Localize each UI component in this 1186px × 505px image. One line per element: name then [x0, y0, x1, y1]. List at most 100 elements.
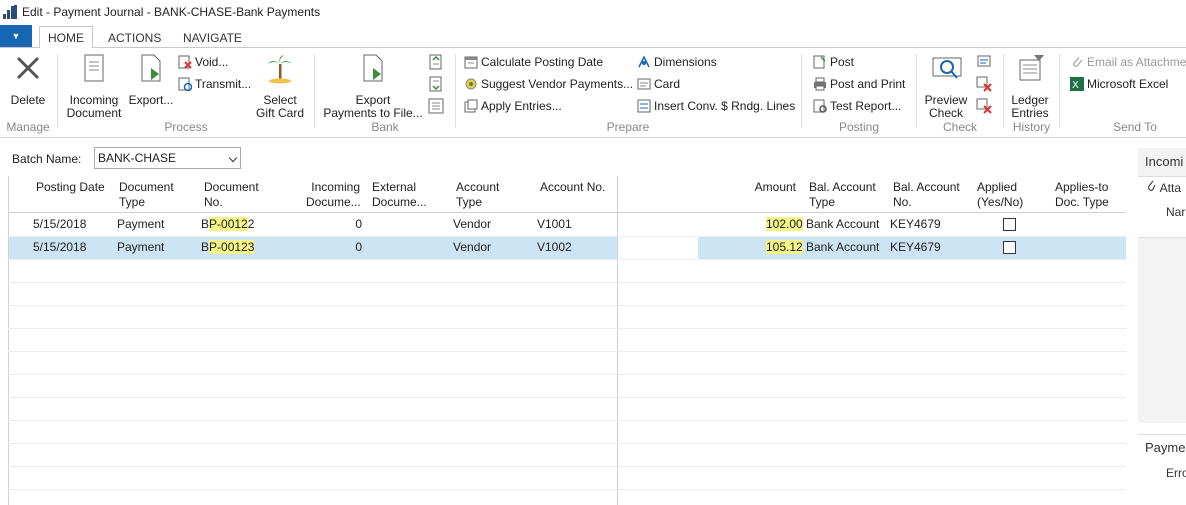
cell-account-type[interactable]: Vendor [453, 217, 491, 231]
email-as-attachment-label: Email as Attachme [1087, 55, 1186, 69]
transmit-label: Transmit... [195, 77, 252, 91]
void-button[interactable]: Void... [178, 53, 228, 71]
apply-entries-icon [464, 99, 478, 113]
export-payments-icon [359, 54, 387, 82]
suggest-icon [464, 77, 478, 91]
email-as-attachment-button[interactable]: Email as Attachme [1070, 53, 1186, 71]
card-button[interactable]: Card [637, 75, 680, 93]
app-logo-icon [3, 5, 17, 19]
payment-factbox-title[interactable]: Payme [1145, 440, 1186, 455]
title-bar: Edit - Payment Journal - BANK-CHASE-Bank… [0, 0, 1186, 24]
cell-bal-account-no[interactable]: KEY4679 [890, 240, 941, 254]
document-icon [80, 54, 108, 82]
test-report-icon [813, 99, 827, 113]
cell-bal-account-type[interactable]: Bank Account [806, 217, 879, 231]
tab-actions[interactable]: ACTIONS [100, 26, 169, 49]
export-button[interactable]: Export... [128, 54, 174, 107]
header-applies-to-doc-type[interactable]: Applies-to Doc. Type [1055, 180, 1109, 210]
group-label-prepare: Prepare [606, 120, 650, 134]
post-icon [813, 55, 827, 69]
insert-conv-rndg-lines-button[interactable]: Insert Conv. $ Rndg. Lines [637, 97, 795, 115]
group-label-check: Check [942, 120, 977, 134]
incoming-factbox-title[interactable]: Incomi [1145, 154, 1186, 169]
select-gift-card-label-2: Gift Card [255, 106, 304, 120]
paperclip-icon [1070, 55, 1084, 69]
header-amount[interactable]: Amount [740, 180, 796, 195]
apply-entries-button[interactable]: Apply Entries... [464, 97, 562, 115]
transmit-button[interactable]: Transmit... [178, 75, 251, 93]
export-label: Export... [128, 93, 174, 107]
cell-posting-date[interactable]: 5/15/2018 [33, 240, 86, 254]
microsoft-excel-label: Microsoft Excel [1087, 77, 1169, 91]
svg-text:X: X [1072, 80, 1079, 91]
tab-home[interactable]: HOME [39, 26, 93, 49]
test-report-button[interactable]: Test Report... [813, 97, 901, 115]
cell-posting-date[interactable]: 5/15/2018 [33, 217, 86, 231]
header-incoming-document[interactable]: Incoming Docume... [306, 180, 361, 210]
delete-button[interactable]: Delete [8, 54, 48, 107]
cell-amount[interactable]: 105.12 [766, 240, 803, 254]
card-icon [637, 77, 651, 91]
header-account-no[interactable]: Account No. [540, 180, 605, 195]
header-account-type[interactable]: Account Type [456, 180, 499, 210]
ribbon-tabs: ▼ HOME ACTIONS NAVIGATE [0, 24, 1186, 49]
select-gift-card-button[interactable]: Select Gift Card [252, 54, 308, 120]
attach-link[interactable]: Atta [1147, 180, 1186, 195]
app-menu-button[interactable]: ▼ [0, 25, 32, 47]
bank-small-2-icon[interactable] [428, 76, 444, 92]
transmit-icon [178, 77, 193, 92]
header-document-no[interactable]: Document No. [204, 180, 259, 210]
bank-small-1-icon[interactable] [428, 54, 444, 70]
header-external-document[interactable]: External Docume... [372, 180, 427, 210]
applied-checkbox[interactable] [1003, 218, 1016, 231]
cell-bal-account-type[interactable]: Bank Account [806, 240, 879, 254]
post-label: Post [830, 55, 855, 69]
header-bal-account-no[interactable]: Bal. Account No. [893, 180, 960, 210]
header-posting-date[interactable]: Posting Date [36, 180, 105, 195]
post-button[interactable]: Post [813, 53, 854, 71]
excel-icon: X [1070, 77, 1084, 91]
incoming-document-button[interactable]: Incoming Document [64, 54, 124, 120]
export-payments-to-file-button[interactable]: Export Payments to File... [322, 54, 424, 120]
header-applied[interactable]: Applied (Yes/No) [977, 180, 1023, 210]
header-document-type[interactable]: Document Type [119, 180, 174, 210]
microsoft-excel-button[interactable]: X Microsoft Excel [1070, 75, 1168, 93]
ledger-entries-button[interactable]: Ledger Entries [1008, 54, 1052, 120]
cell-document-no[interactable]: BP-00123 [201, 240, 255, 254]
apply-entries-label: Apply Entries... [481, 99, 562, 113]
post-and-print-label: Post and Print [830, 77, 906, 91]
test-report-label: Test Report... [830, 99, 902, 113]
tab-navigate[interactable]: NAVIGATE [175, 26, 250, 49]
suggest-vendor-payments-label: Suggest Vendor Payments... [481, 77, 634, 91]
cell-bal-account-no[interactable]: KEY4679 [890, 217, 941, 231]
bank-small-3-icon[interactable] [428, 98, 444, 114]
batch-name-value: BANK-CHASE [98, 151, 177, 165]
group-label-posting: Posting [838, 120, 880, 134]
cell-account-type[interactable]: Vendor [453, 240, 491, 254]
cell-incoming-document[interactable]: 0 [330, 240, 362, 254]
dimensions-icon [637, 55, 651, 69]
header-bal-account-type[interactable]: Bal. Account Type [809, 180, 876, 210]
incoming-document-label-2: Document [66, 106, 122, 120]
group-label-bank: Bank [371, 120, 399, 134]
paperclip-icon [1147, 180, 1157, 195]
preview-check-button[interactable]: Preview Check [922, 54, 970, 120]
cell-incoming-document[interactable]: 0 [330, 217, 362, 231]
batch-name-select[interactable]: BANK-CHASE [94, 147, 241, 169]
cell-amount[interactable]: 102.00 [766, 217, 803, 231]
cell-document-type[interactable]: Payment [117, 217, 164, 231]
suggest-vendor-payments-button[interactable]: Suggest Vendor Payments... [464, 75, 633, 93]
cell-account-no[interactable]: V1001 [537, 217, 572, 231]
void-check-icon[interactable] [976, 76, 992, 92]
post-and-print-button[interactable]: Post and Print [813, 75, 905, 93]
cell-account-no[interactable]: V1002 [537, 240, 572, 254]
dimensions-button[interactable]: Dimensions [637, 53, 717, 71]
void-all-checks-icon[interactable] [976, 98, 992, 114]
delete-x-icon [14, 54, 42, 82]
calculate-posting-date-button[interactable]: Calculate Posting Date [464, 53, 603, 71]
cell-document-type[interactable]: Payment [117, 240, 164, 254]
applied-checkbox[interactable] [1003, 241, 1016, 254]
cell-document-no[interactable]: BP-00122 [201, 217, 254, 231]
print-check-icon[interactable] [976, 54, 992, 70]
calculate-posting-date-label: Calculate Posting Date [481, 55, 604, 69]
